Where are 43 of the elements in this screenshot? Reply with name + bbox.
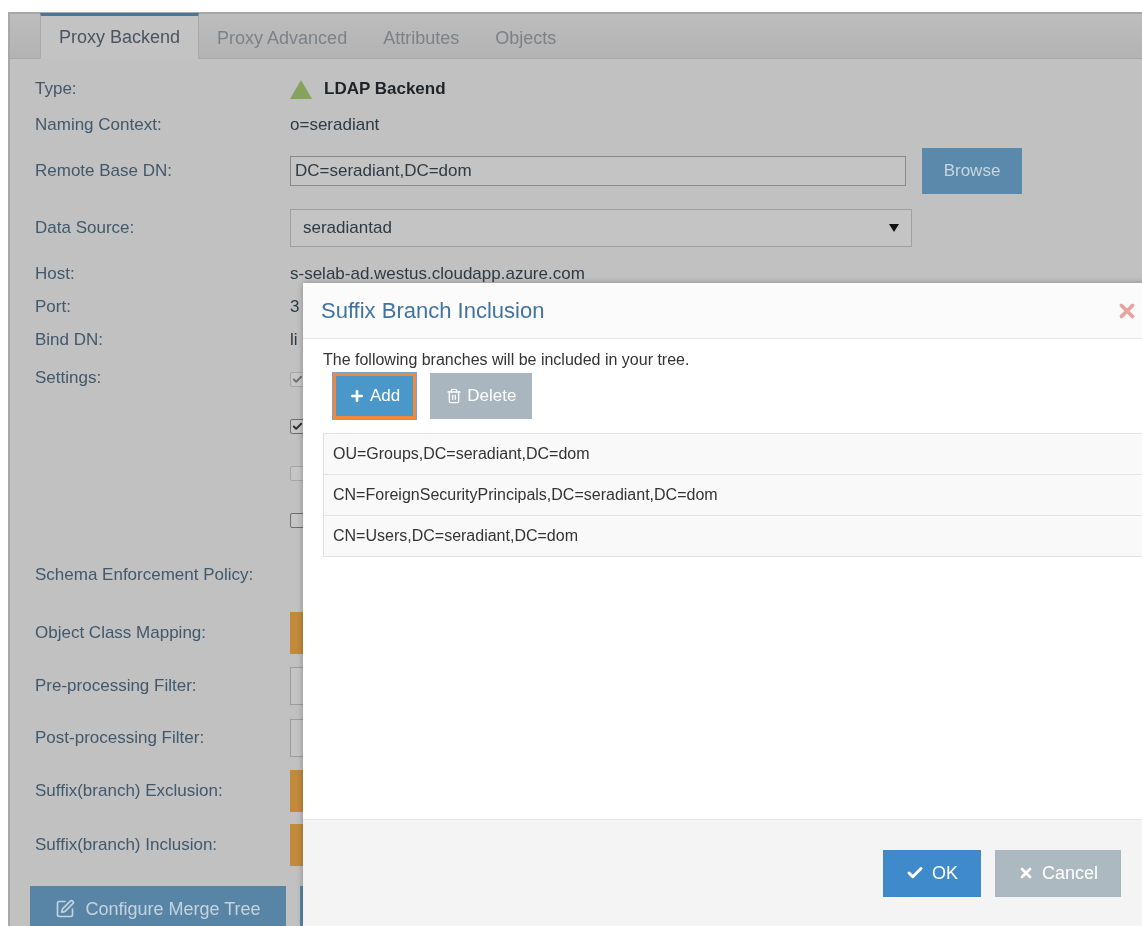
ok-button[interactable]: OK <box>883 849 981 897</box>
input-field[interactable]: DC=seradiant,DC=dom <box>290 156 906 186</box>
field-label: Pre-processing Filter: <box>35 676 198 696</box>
browse-button[interactable]: Browse <box>922 148 1022 194</box>
plus-icon <box>349 388 365 404</box>
field-label: Suffix(branch) Inclusion: <box>35 835 219 855</box>
field-value: s-selab-ad.westus.cloudapp.azure.com <box>290 263 585 284</box>
field-label: Type: <box>35 79 78 99</box>
add-button[interactable]: Add <box>333 373 417 419</box>
dialog-title: Suffix Branch Inclusion <box>321 297 545 324</box>
field-label: Suffix(branch) Exclusion: <box>35 781 224 801</box>
tab[interactable]: Attributes <box>365 14 478 59</box>
field-label: Naming Context: <box>35 115 163 135</box>
cancel-button[interactable]: Cancel <box>995 849 1122 897</box>
field-value: o=seradiant <box>290 115 380 135</box>
field-label: Host: <box>35 263 76 284</box>
trash-icon <box>446 388 463 404</box>
close-icon <box>1018 865 1034 881</box>
field-label: Port: <box>35 296 72 317</box>
field-label: Settings: <box>35 367 103 388</box>
field-label: Data Source: <box>35 218 136 238</box>
field-label: Object Class Mapping: <box>35 623 208 643</box>
branch-item[interactable]: CN=ForeignSecurityPrincipals,DC=seradiant,DC=dom <box>324 474 1142 515</box>
field-value: li <box>290 329 298 350</box>
field-label: Remote Base DN: <box>35 161 173 181</box>
check-icon <box>292 421 303 432</box>
field-value: LDAP Backend <box>324 79 446 99</box>
dropdown[interactable]: seradiantad <box>290 209 912 247</box>
branch-item[interactable]: CN=Users,DC=seradiant,DC=dom <box>324 515 1142 556</box>
triangle-icon <box>290 79 312 99</box>
field-label: Bind DN: <box>35 329 105 350</box>
configure-button[interactable]: Configure Merge Tree <box>30 886 286 926</box>
branch-item[interactable]: OU=Groups,DC=seradiant,DC=dom <box>324 434 1142 474</box>
dialog-description: The following branches will be included in your tree. <box>323 351 691 369</box>
tab[interactable]: Proxy Advanced <box>199 14 366 59</box>
check-icon <box>292 374 303 385</box>
tab[interactable]: Proxy Backend <box>40 13 200 59</box>
caret-icon <box>889 224 899 232</box>
field-value: 3 <box>290 296 300 317</box>
tab[interactable]: Objects <box>477 14 575 59</box>
edit-icon <box>55 899 76 919</box>
field-label: Schema Enforcement Policy: <box>35 565 255 585</box>
field-label: Post-processing Filter: <box>35 728 206 748</box>
